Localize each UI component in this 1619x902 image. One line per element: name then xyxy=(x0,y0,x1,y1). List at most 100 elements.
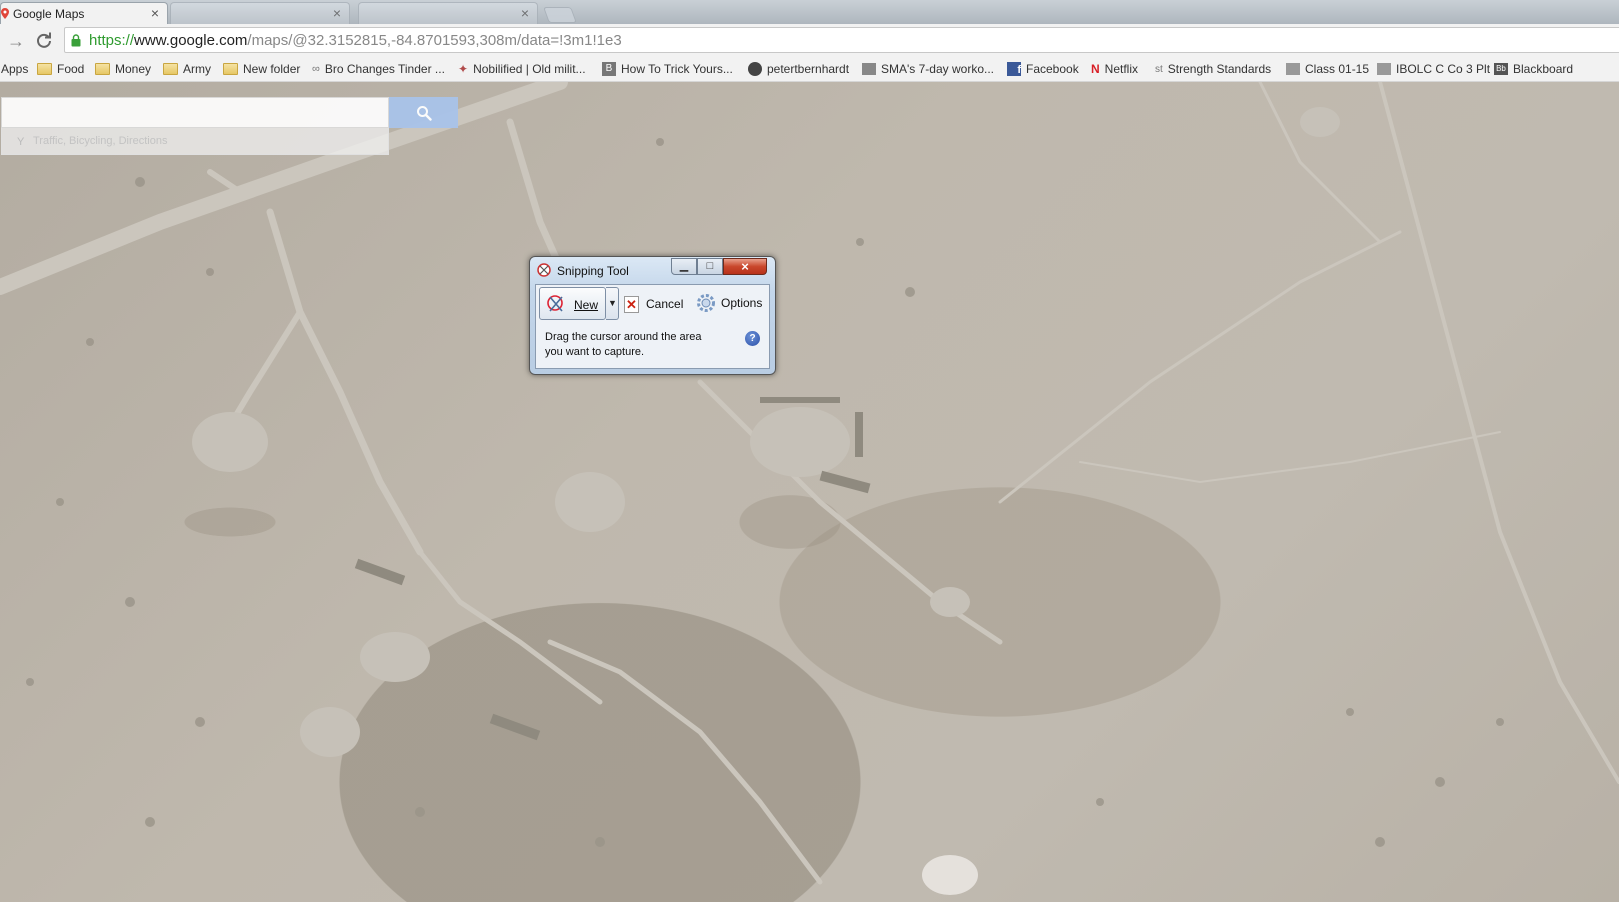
tab-2[interactable]: × xyxy=(170,2,350,24)
bookmark-label: Food xyxy=(57,62,85,76)
close-tab-icon[interactable]: × xyxy=(151,5,159,21)
bookmark-army[interactable]: Army xyxy=(163,61,211,77)
bookmark-food[interactable]: Food xyxy=(37,61,84,77)
bookmark-netflix[interactable]: N Netflix xyxy=(1091,61,1138,77)
facebook-icon: f xyxy=(1007,62,1021,76)
directions-icon: Y xyxy=(17,136,25,148)
site-icon: ∞ xyxy=(312,63,320,75)
bookmark-label: New folder xyxy=(243,62,301,76)
close-icon: × xyxy=(741,259,749,274)
url-path: /maps/@32.3152815,-84.8701593,308m/data=… xyxy=(247,32,622,49)
bookmark-class-01-15[interactable]: Class 01-15 xyxy=(1286,61,1369,77)
tab-strip: Google Maps × × × xyxy=(0,0,1619,24)
close-button[interactable]: × xyxy=(723,258,767,275)
options-label: Options xyxy=(721,296,763,310)
bookmark-label: IBOLC C Co 3 Plt xyxy=(1396,62,1491,76)
tab-3[interactable]: × xyxy=(358,2,538,24)
bookmark-apps[interactable]: Apps xyxy=(1,61,28,77)
help-icon[interactable]: ? xyxy=(745,331,760,346)
cancel-icon: ✕ xyxy=(624,295,639,313)
bookmark-label: SMA's 7-day worko... xyxy=(881,62,994,76)
folder-icon xyxy=(37,63,52,75)
bookmark-label: Blackboard xyxy=(1513,62,1574,76)
new-snip-button[interactable]: New xyxy=(539,287,606,320)
bookmark-label: Facebook xyxy=(1026,62,1079,76)
tab-title: Google Maps xyxy=(13,7,85,21)
folder-icon xyxy=(223,63,238,75)
instruction-text: Drag the cursor around the area you want… xyxy=(545,331,702,358)
site-icon: st xyxy=(1155,63,1163,75)
scissors-icon xyxy=(547,295,563,312)
bookmark-label: Apps xyxy=(1,62,29,76)
cancel-label: Cancel xyxy=(646,297,684,311)
search-options-label: Traffic, Bicycling, Directions xyxy=(33,135,168,147)
maps-search-input[interactable] xyxy=(1,97,389,128)
bookmark-label: Money xyxy=(115,62,152,76)
forward-arrow-icon[interactable]: → xyxy=(5,30,27,52)
bookmark-money[interactable]: Money xyxy=(95,61,151,77)
bookmark-new-folder[interactable]: New folder xyxy=(223,61,300,77)
folder-icon xyxy=(163,63,178,75)
minimize-icon: ▁ xyxy=(679,260,689,272)
bookmark-facebook[interactable]: f Facebook xyxy=(1007,61,1079,77)
chevron-down-icon: ▼ xyxy=(608,298,617,308)
github-icon xyxy=(748,62,762,76)
cancel-button[interactable]: ✕ Cancel xyxy=(624,294,683,314)
url-host: www.google.com xyxy=(134,32,248,49)
bookmark-label: How To Trick Yours... xyxy=(621,62,733,76)
site-icon xyxy=(1286,63,1300,75)
bookmark-label: Netflix xyxy=(1104,62,1139,76)
tab-google-maps[interactable]: Google Maps × xyxy=(0,2,168,24)
bookmark-github[interactable]: petertbernhardt xyxy=(748,61,849,77)
bookmark-label: petertbernhardt xyxy=(767,62,850,76)
bookmark-ibolc[interactable]: IBOLC C Co 3 Plt xyxy=(1377,61,1490,77)
address-bar[interactable]: https://www.google.com/maps/@32.3152815,… xyxy=(64,27,1619,53)
snipping-tool-body: New ▼ ✕ Cancel Options Drag the cursor a… xyxy=(535,284,770,369)
close-tab-icon[interactable]: × xyxy=(521,5,529,21)
url-scheme: https:// xyxy=(89,32,135,49)
lock-icon xyxy=(71,34,81,47)
site-icon: ✦ xyxy=(458,62,469,76)
bookmark-sma-workout[interactable]: SMA's 7-day worko... xyxy=(862,61,994,77)
bookmark-label: Nobilified | Old milit... xyxy=(473,62,586,76)
close-tab-icon[interactable]: × xyxy=(333,5,341,21)
minimize-button[interactable]: ▁ xyxy=(671,258,697,275)
satellite-map[interactable] xyxy=(0,82,1619,902)
new-snip-mode-dropdown[interactable]: ▼ xyxy=(606,287,619,320)
snipping-tool-icon xyxy=(537,263,551,277)
snipping-tool-window: Snipping Tool ▁ □ × New ▼ ✕ Cancel Optio… xyxy=(529,256,776,375)
bookmark-blackboard[interactable]: Bb Blackboard xyxy=(1494,61,1573,77)
bookmark-label: Army xyxy=(183,62,211,76)
bookmarks-bar: Apps Food Money Army New folder ∞ Bro Cha… xyxy=(0,57,1619,82)
site-icon xyxy=(862,63,876,75)
window-titlebar[interactable]: Snipping Tool ▁ □ × xyxy=(530,257,775,283)
site-icon: Bb xyxy=(1494,63,1508,75)
url-text: https://www.google.com/maps/@32.3152815,… xyxy=(89,32,622,49)
bookmark-label: Class 01-15 xyxy=(1305,62,1370,76)
netflix-icon: N xyxy=(1091,62,1100,76)
bookmark-nobilified[interactable]: ✦ Nobilified | Old milit... xyxy=(458,61,586,77)
maximize-icon: □ xyxy=(706,260,714,272)
new-label: New xyxy=(574,298,599,312)
bookmark-strength-standards[interactable]: st Strength Standards xyxy=(1155,61,1271,77)
gear-icon xyxy=(697,294,715,312)
map-features xyxy=(0,82,1619,885)
maximize-button[interactable]: □ xyxy=(697,258,723,275)
folder-icon xyxy=(95,63,110,75)
search-button[interactable] xyxy=(389,97,458,128)
reload-icon[interactable] xyxy=(33,30,55,52)
maps-pin-icon xyxy=(1,8,9,19)
bookmark-how-to-trick[interactable]: B How To Trick Yours... xyxy=(602,61,733,77)
new-tab-button[interactable] xyxy=(543,7,577,23)
site-icon xyxy=(1377,63,1391,75)
bookmark-label: Strength Standards xyxy=(1167,62,1272,76)
window-title: Snipping Tool xyxy=(557,264,629,278)
options-button[interactable]: Options xyxy=(696,293,762,313)
bookmark-label: Bro Changes Tinder ... xyxy=(324,62,445,76)
site-icon: B xyxy=(602,62,616,76)
search-options-link[interactable]: Y Traffic, Bicycling, Directions xyxy=(1,128,389,155)
browser-toolbar: → https://www.google.com/maps/@32.315281… xyxy=(0,24,1619,58)
map-control[interactable] xyxy=(922,855,978,895)
search-icon xyxy=(417,106,432,121)
bookmark-bro-changes-tinder[interactable]: ∞ Bro Changes Tinder ... xyxy=(312,61,445,77)
